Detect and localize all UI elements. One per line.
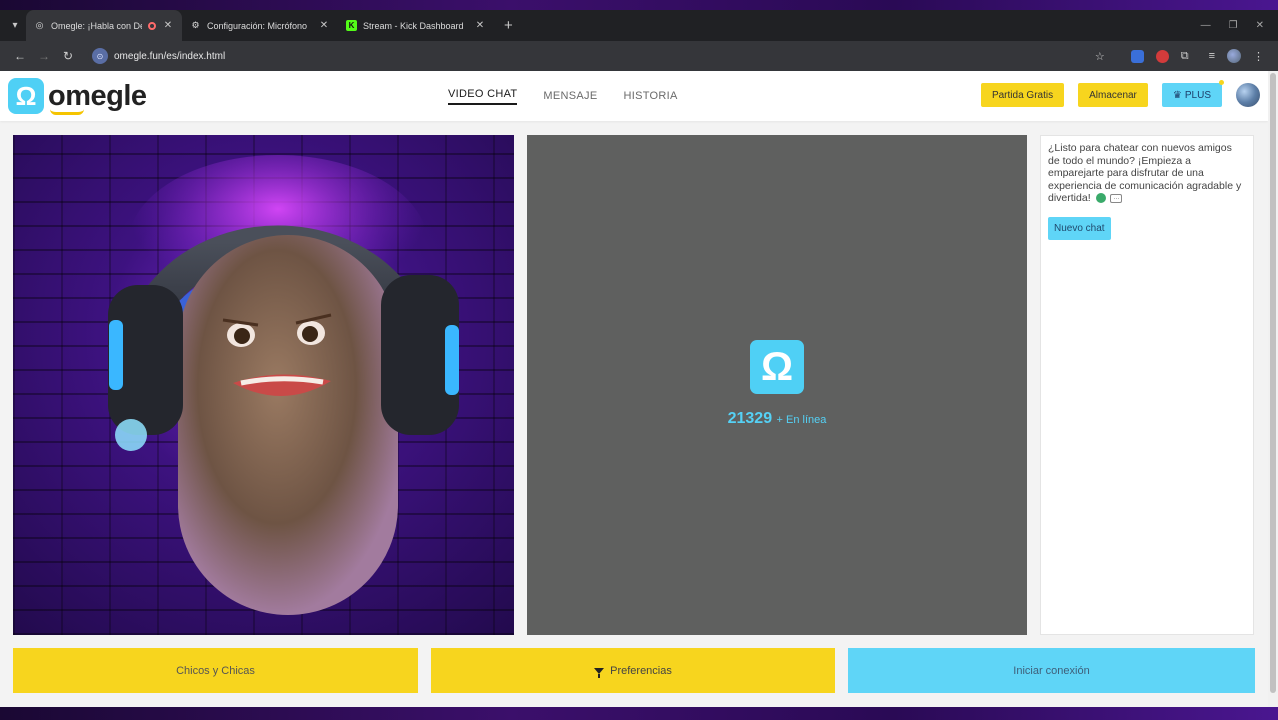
- start-connection-button[interactable]: Iniciar conexión: [848, 648, 1255, 693]
- plus-button[interactable]: ♛ PLUS: [1161, 80, 1224, 107]
- globe-emoji-icon: [1095, 193, 1106, 204]
- nav-history[interactable]: HISTORIA: [623, 90, 677, 102]
- potato-avatar-image: [108, 155, 459, 615]
- page-scrollbar[interactable]: [1268, 71, 1278, 707]
- scrollbar-thumb[interactable]: [1270, 73, 1276, 693]
- tab-omegle[interactable]: ◎ Omegle: ¡Habla con Descor ✕: [26, 10, 182, 41]
- logo-text: omegle: [48, 79, 147, 115]
- bookmark-star-icon[interactable]: ☆: [1095, 50, 1105, 63]
- url-field[interactable]: ⊙ omegle.fun/es/index.html: [88, 45, 1095, 67]
- close-icon[interactable]: ✕: [474, 20, 486, 31]
- tab-title: Omegle: ¡Habla con Descor: [51, 20, 142, 31]
- omegle-logo[interactable]: Ω omegle: [8, 78, 147, 115]
- restore-icon[interactable]: ❐: [1229, 20, 1238, 31]
- site-header: Ω omegle VIDEO CHAT MENSAJE HISTORIA Par…: [0, 71, 1268, 121]
- header-actions: Partida Gratis Almacenar ♛ PLUS: [980, 80, 1260, 107]
- forward-icon[interactable]: →: [32, 49, 56, 63]
- extension-icon[interactable]: [1130, 49, 1144, 63]
- address-bar: ← → ↻ ⊙ omegle.fun/es/index.html ☆ ⧉ ≡ ⋮: [0, 41, 1278, 71]
- chat-intro: ¿Listo para chatear con nuevos amigos de…: [1048, 142, 1246, 205]
- nav-message[interactable]: MENSAJE: [543, 90, 597, 102]
- new-chat-button[interactable]: Nuevo chat: [1048, 216, 1111, 240]
- logo-wordmark: omegle: [48, 79, 147, 112]
- omega-logo-icon: Ω: [8, 78, 44, 114]
- stranger-video: Ω 21329 + En línea: [527, 135, 1027, 635]
- menu-icon[interactable]: ⋮: [1253, 50, 1264, 63]
- media-control-icon[interactable]: ≡: [1209, 50, 1215, 62]
- new-tab-button[interactable]: +: [504, 17, 513, 34]
- close-icon[interactable]: ✕: [318, 20, 330, 31]
- tab-settings-microphone[interactable]: ⚙ Configuración: Micrófono ✕: [182, 10, 338, 41]
- minimize-icon[interactable]: —: [1201, 20, 1211, 31]
- preferences-button[interactable]: Preferencias: [431, 648, 835, 693]
- tab-kick-dashboard[interactable]: K Stream - Kick Dashboard ✕: [338, 10, 494, 41]
- back-icon[interactable]: ←: [8, 49, 32, 63]
- close-window-icon[interactable]: ✕: [1256, 20, 1264, 31]
- plus-label: PLUS: [1184, 89, 1211, 101]
- local-video: [13, 135, 514, 635]
- tab-title: Stream - Kick Dashboard: [363, 20, 464, 31]
- avatar[interactable]: [1236, 83, 1260, 107]
- preferences-label: Preferencias: [610, 664, 672, 677]
- reload-icon[interactable]: ↻: [56, 49, 80, 63]
- chat-panel: ¿Listo para chatear con nuevos amigos de…: [1040, 135, 1254, 635]
- store-button[interactable]: Almacenar: [1078, 83, 1148, 107]
- recording-icon: [148, 21, 156, 30]
- chat-intro-text: ¿Listo para chatear con nuevos amigos de…: [1048, 142, 1242, 204]
- window-controls: — ❐ ✕: [1201, 20, 1278, 31]
- main-nav: VIDEO CHAT MENSAJE HISTORIA: [448, 71, 678, 121]
- online-count: 21329: [727, 410, 773, 427]
- close-icon[interactable]: ✕: [162, 20, 174, 31]
- tab-title: Configuración: Micrófono: [207, 20, 308, 31]
- tab-search-icon[interactable]: ▾: [4, 15, 26, 37]
- chat-bubble-emoji-icon: …: [1110, 193, 1123, 203]
- notification-dot: [1219, 80, 1224, 85]
- profile-icon[interactable]: [1227, 49, 1241, 63]
- gender-select-button[interactable]: Chicos y Chicas: [13, 648, 418, 693]
- free-game-button[interactable]: Partida Gratis: [980, 83, 1065, 107]
- puzzle-icon[interactable]: ⧉: [1181, 50, 1189, 63]
- kick-icon: K: [346, 20, 357, 31]
- site-info-icon[interactable]: ⊙: [92, 48, 108, 64]
- browser-tab-bar: ▾ ◎ Omegle: ¡Habla con Descor ✕ ⚙ Config…: [0, 10, 1278, 41]
- extension-icon[interactable]: [1155, 49, 1169, 63]
- omega-icon: Ω: [750, 340, 804, 394]
- toolbar-icons: ☆ ⧉ ≡ ⋮: [1095, 49, 1264, 63]
- logo-smile: [50, 109, 84, 115]
- globe-icon: ◎: [35, 20, 44, 30]
- url-text: omegle.fun/es/index.html: [114, 50, 226, 62]
- gear-icon: ⚙: [191, 20, 200, 30]
- online-status: 21329 + En línea: [527, 410, 1027, 428]
- online-label: + En línea: [776, 414, 827, 426]
- nav-video-chat[interactable]: VIDEO CHAT: [448, 88, 518, 105]
- omegle-page: Ω omegle VIDEO CHAT MENSAJE HISTORIA Par…: [0, 71, 1268, 707]
- crown-icon: ♛: [1172, 89, 1182, 101]
- filter-icon: [594, 667, 605, 678]
